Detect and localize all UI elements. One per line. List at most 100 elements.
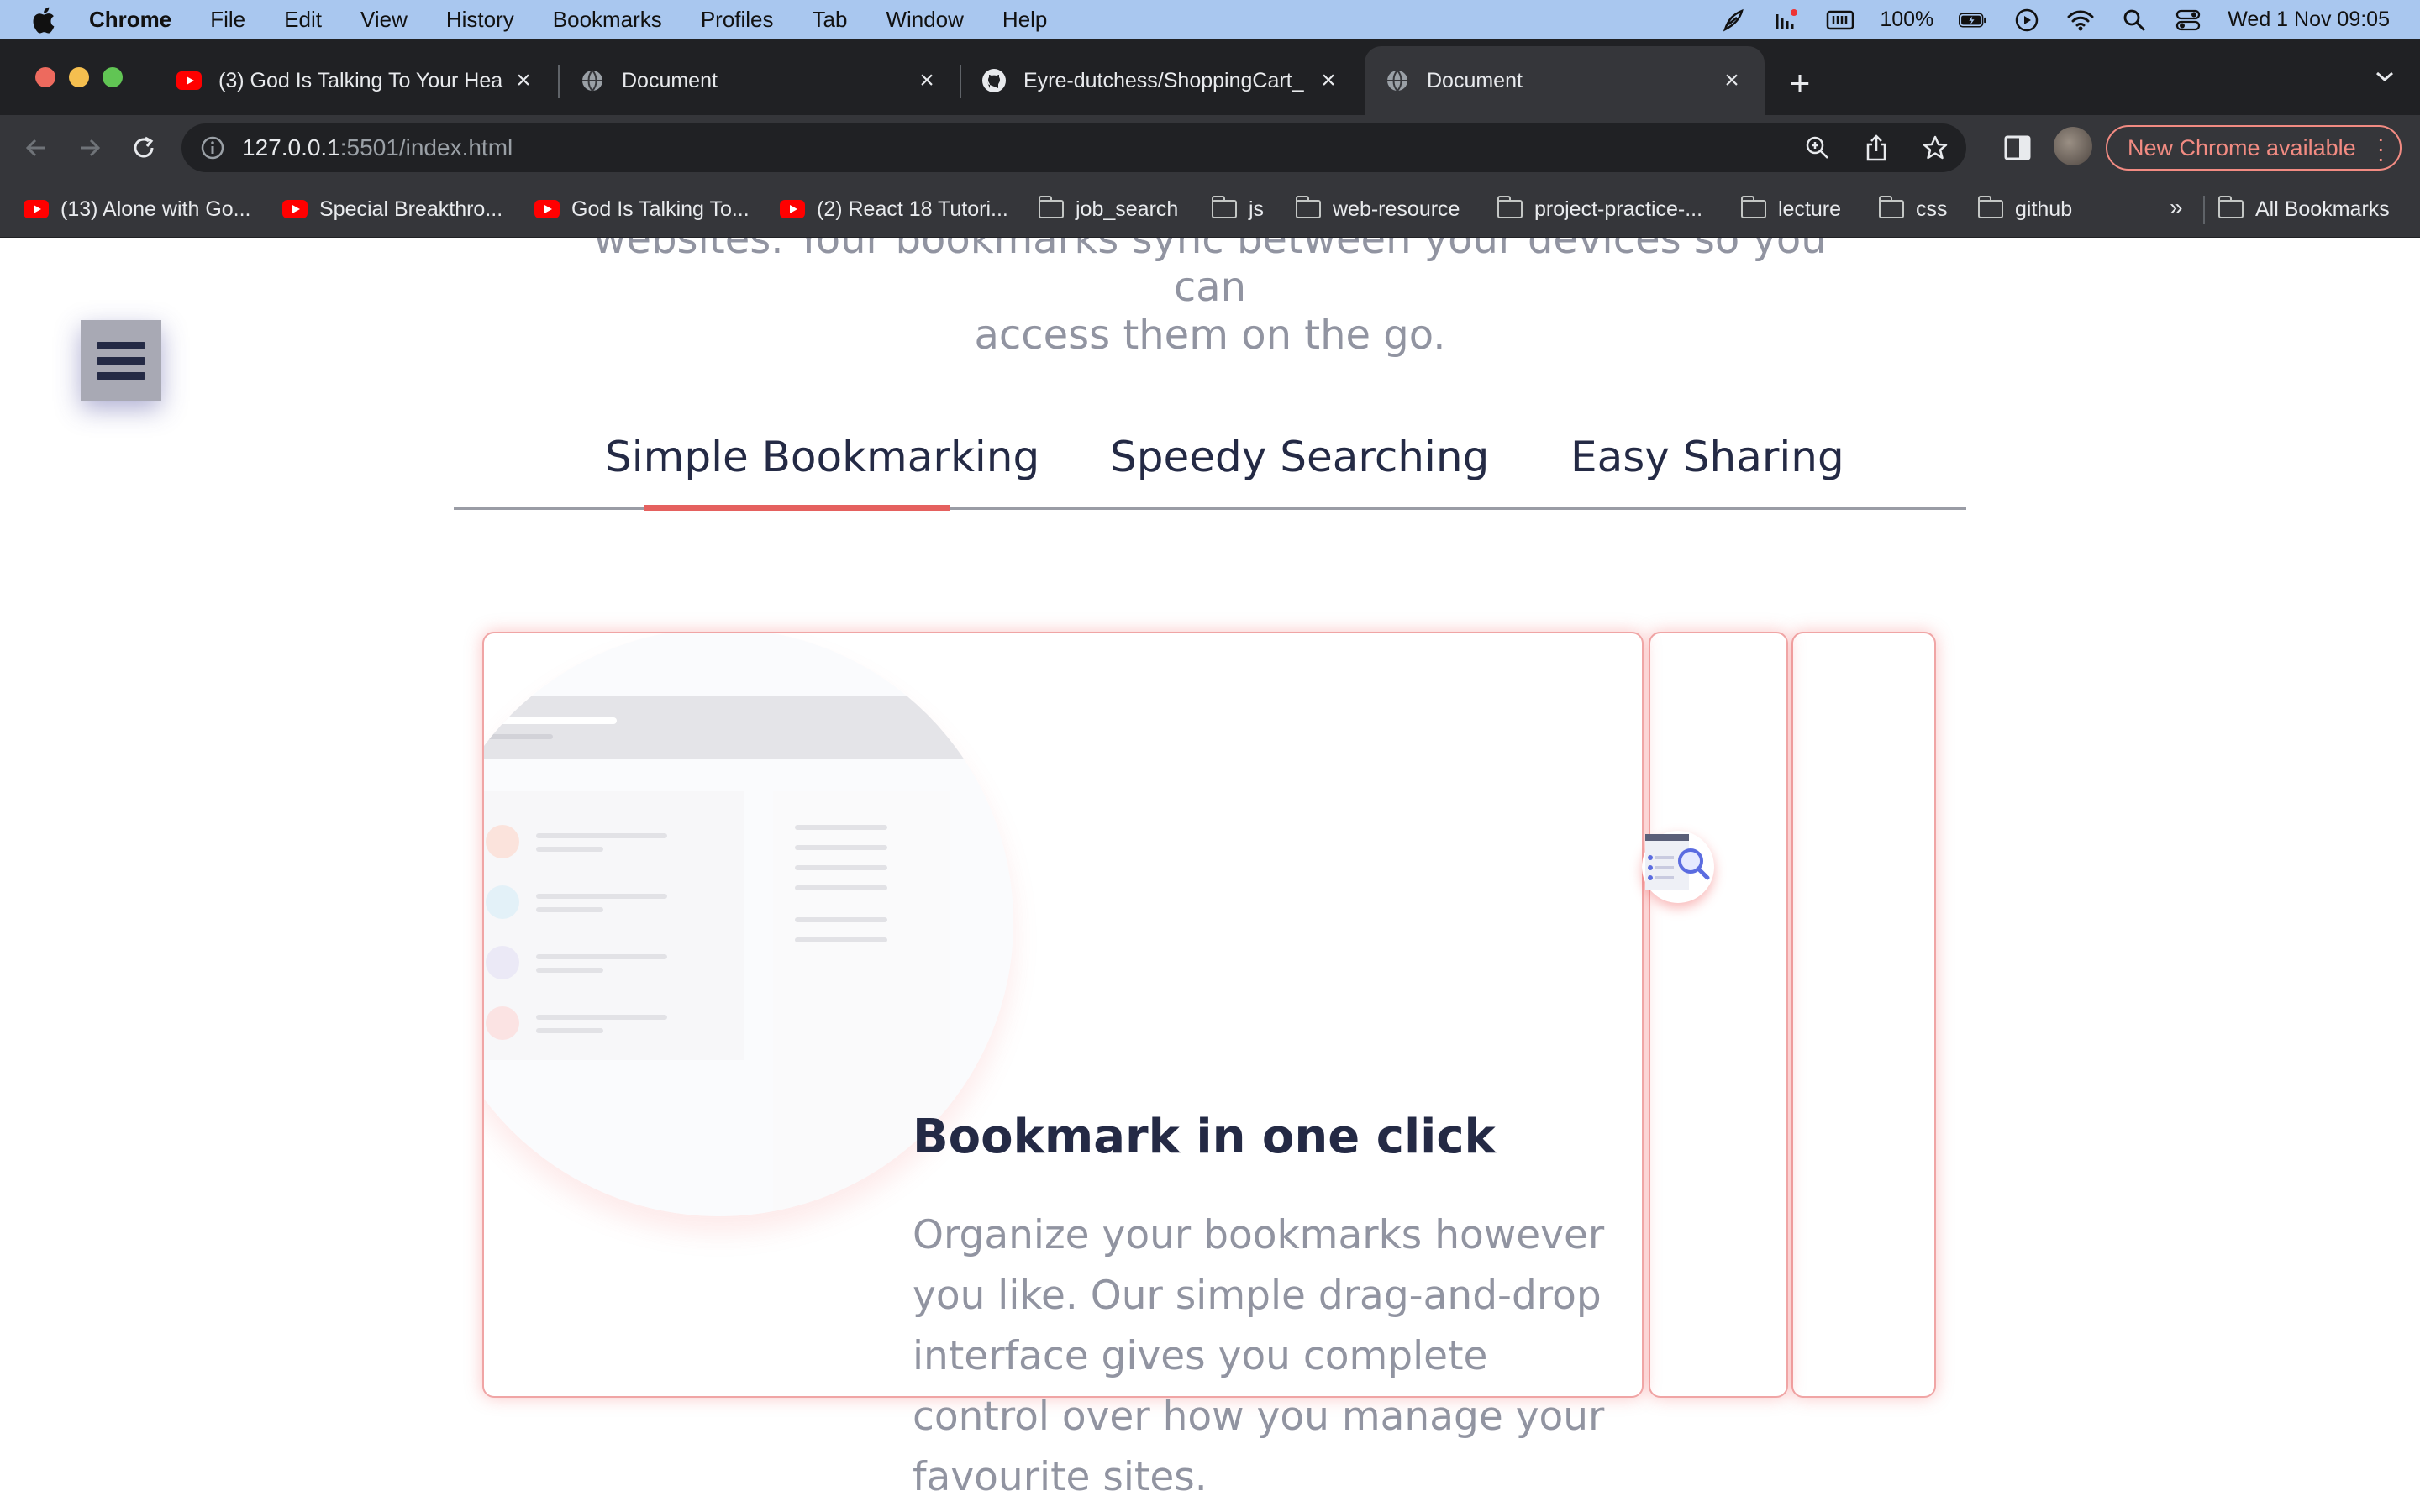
illustration-list-panel <box>484 791 744 1060</box>
search-illustration-icon <box>1642 831 1714 903</box>
spotlight-search-icon[interactable] <box>2120 8 2149 33</box>
bookmark-item[interactable]: God Is Talking To... <box>534 192 750 226</box>
bookmark-folder[interactable]: js <box>1212 192 1264 226</box>
menu-file[interactable]: File <box>210 7 245 33</box>
tab-search-chevron-icon[interactable] <box>2375 70 2395 87</box>
wifi-icon[interactable] <box>2066 8 2095 33</box>
folder-icon <box>2218 196 2244 219</box>
bookmark-folder[interactable]: css <box>1879 192 1948 226</box>
bookmark-folder[interactable]: project-practice-... <box>1497 192 1702 226</box>
site-info-icon[interactable] <box>200 135 225 160</box>
youtube-icon <box>176 68 202 93</box>
bookmark-star-icon[interactable] <box>1921 132 1949 164</box>
menu-history[interactable]: History <box>446 7 514 33</box>
github-icon <box>981 68 1007 93</box>
update-label: New Chrome available <box>2128 134 2356 160</box>
back-button[interactable] <box>17 129 55 167</box>
window-zoom-button[interactable] <box>103 67 123 87</box>
folder-icon <box>1879 196 1904 219</box>
tab-title: (3) God Is Talking To Your Hea <box>218 68 503 92</box>
folder-icon <box>1212 196 1237 219</box>
window-minimize-button[interactable] <box>69 67 89 87</box>
feather-icon[interactable] <box>1718 8 1747 33</box>
macos-menu-bar: Chrome File Edit View History Bookmarks … <box>0 0 2420 39</box>
hamburger-line <box>97 371 145 380</box>
close-tab-icon[interactable]: × <box>1318 66 1339 94</box>
memory-icon[interactable] <box>1826 8 1854 33</box>
menu-profiles[interactable]: Profiles <box>701 7 774 33</box>
folder-icon <box>1497 196 1523 219</box>
profile-avatar[interactable] <box>2054 127 2092 165</box>
globe-icon <box>1385 68 1410 93</box>
browser-tab-youtube[interactable]: (3) God Is Talking To Your Hea × <box>156 46 556 115</box>
tab-simple-bookmarking[interactable]: Simple Bookmarking <box>605 433 1039 481</box>
new-tab-button[interactable]: + <box>1781 63 1818 102</box>
play-circle-icon[interactable] <box>2012 8 2041 33</box>
feature-tabs: Simple Bookmarking Speedy Searching Easy… <box>454 433 1966 511</box>
close-tab-icon[interactable]: × <box>1721 66 1743 94</box>
hamburger-menu-button[interactable] <box>81 320 161 401</box>
youtube-icon <box>282 199 308 219</box>
bookmarks-bar: (13) Alone with Go... Special Breakthro.… <box>0 181 2420 238</box>
tab-easy-sharing[interactable]: Easy Sharing <box>1570 433 1844 481</box>
menu-help[interactable]: Help <box>1002 7 1047 33</box>
feature-card-back <box>1791 632 1936 1398</box>
share-icon[interactable] <box>1862 132 1891 164</box>
bookmark-folder[interactable]: web-resource <box>1296 192 1460 226</box>
browser-toolbar: 127.0.0.1:5501/index.html New Chrome ava… <box>0 115 2420 181</box>
bookmark-folder[interactable]: job_search <box>1039 192 1178 226</box>
menu-app-name[interactable]: Chrome <box>89 7 171 33</box>
menu-edit[interactable]: Edit <box>284 7 322 33</box>
battery-percentage: 100% <box>1880 8 1934 31</box>
folder-icon <box>1978 196 2003 219</box>
menu-bar-clock[interactable]: Wed 1 Nov 09:05 <box>2228 8 2390 32</box>
folder-icon <box>1039 196 1064 219</box>
hamburger-line <box>97 356 145 365</box>
menu-bookmarks[interactable]: Bookmarks <box>553 7 662 33</box>
notification-app-icon[interactable] <box>1772 8 1801 33</box>
youtube-icon <box>534 199 560 219</box>
youtube-icon <box>780 199 805 219</box>
menu-window[interactable]: Window <box>886 7 963 33</box>
zoom-icon[interactable] <box>1803 132 1832 164</box>
bookmark-folder[interactable]: lecture <box>1741 192 1841 226</box>
folder-icon <box>1741 196 1766 219</box>
tab-title: Eyre-dutchess/ShoppingCart_ <box>1023 68 1304 92</box>
control-center-icon[interactable] <box>2174 8 2202 33</box>
browser-tab-document-1[interactable]: Document × <box>560 46 960 115</box>
side-panel-icon[interactable] <box>2003 134 2032 162</box>
close-tab-icon[interactable]: × <box>513 66 534 94</box>
youtube-icon <box>24 199 49 219</box>
tab-title: Document <box>622 68 718 92</box>
address-bar[interactable]: 127.0.0.1:5501/index.html <box>182 123 1966 172</box>
reload-button[interactable] <box>124 129 163 167</box>
browser-tab-github[interactable]: Eyre-dutchess/ShoppingCart_ × <box>961 46 1361 115</box>
active-tab-indicator <box>644 505 950 511</box>
status-area: 100% Wed 1 Nov 09:05 <box>1718 0 2390 39</box>
menu-view[interactable]: View <box>360 7 408 33</box>
browser-tab-document-active[interactable]: Document × <box>1365 46 1765 115</box>
all-bookmarks-folder[interactable]: All Bookmarks <box>2218 192 2390 226</box>
apple-logo-icon[interactable] <box>30 0 74 39</box>
bookmark-folder[interactable]: github <box>1978 192 2072 226</box>
browser-tab-strip: (3) God Is Talking To Your Hea × Documen… <box>0 39 2420 115</box>
url-text[interactable]: 127.0.0.1:5501/index.html <box>242 134 513 161</box>
globe-icon <box>580 68 605 93</box>
more-bookmarks-chevron[interactable]: » <box>2170 194 2183 221</box>
web-page: websites. Your bookmarks sync between yo… <box>0 238 2420 1512</box>
new-chrome-available-button[interactable]: New Chrome available · · · <box>2106 125 2402 171</box>
battery-icon[interactable] <box>1959 8 1987 33</box>
tab-speedy-searching[interactable]: Speedy Searching <box>1110 433 1489 481</box>
window-close-button[interactable] <box>35 67 55 87</box>
feature-card-middle <box>1649 632 1788 1398</box>
more-menu-icon[interactable]: · · · <box>2377 127 2385 171</box>
feature-title: Bookmark in one click <box>913 1110 1496 1164</box>
bookmark-item[interactable]: Special Breakthro... <box>282 192 502 226</box>
close-tab-icon[interactable]: × <box>916 66 938 94</box>
bookmarks-separator <box>2203 196 2205 224</box>
bookmark-item[interactable]: (2) React 18 Tutori... <box>780 192 1008 226</box>
menu-tab[interactable]: Tab <box>813 7 848 33</box>
tab-title: Document <box>1427 68 1523 92</box>
forward-button[interactable] <box>71 129 109 167</box>
bookmark-item[interactable]: (13) Alone with Go... <box>24 192 251 226</box>
